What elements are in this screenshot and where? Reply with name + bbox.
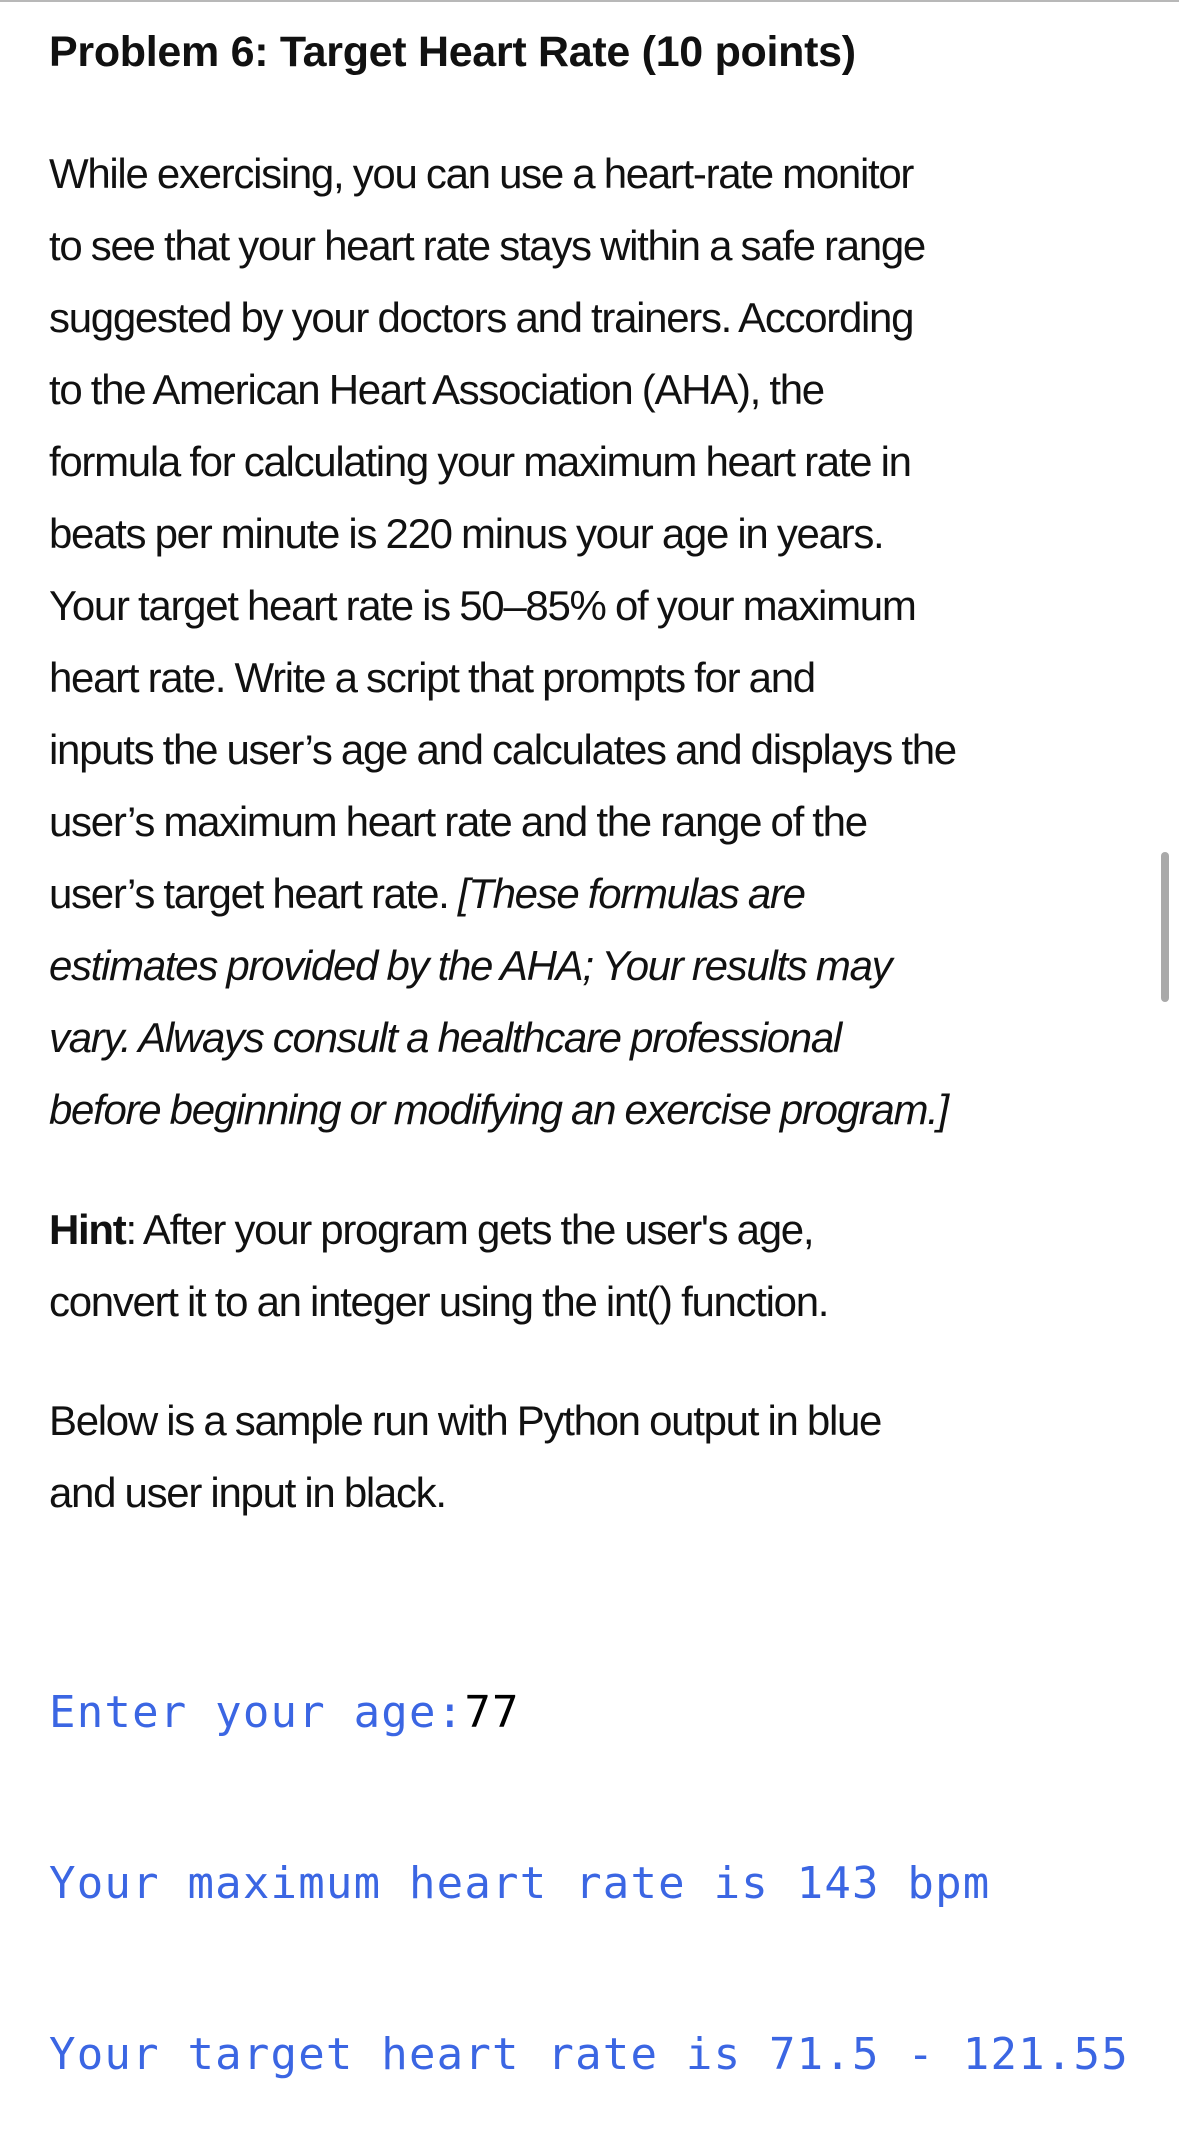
sample-run-intro: Below is a sample run with Python output…	[49, 1385, 882, 1529]
disclaimer-line: vary. Always consult a healthcare profes…	[49, 1002, 956, 1074]
description-line: heart rate. Write a script that prompts …	[49, 654, 816, 701]
description-line: beats per minute is 220 minus your age i…	[49, 510, 885, 557]
sample-intro-line: and user input in black.	[49, 1469, 447, 1516]
problem-description: While exercising, you can use a heart-ra…	[49, 138, 957, 1146]
disclaimer-text: estimates provided by the AHA; Your resu…	[49, 942, 893, 989]
sample-intro-line: Below is a sample run with Python output…	[49, 1397, 882, 1444]
disclaimer-text: vary. Always consult a healthcare profes…	[49, 1014, 842, 1061]
page-title: Problem 6: Target Heart Rate (10 points)	[49, 28, 856, 76]
disclaimer-line: estimates provided by the AHA; Your resu…	[49, 930, 956, 1002]
description-line: user’s maximum heart rate and the range …	[49, 798, 868, 845]
sample-run-console: Enter your age:77 Your maximum heart rat…	[49, 1570, 1129, 2140]
description-line: to the American Heart Association (AHA),…	[49, 366, 825, 413]
description-line: inputs the user’s age and calculates and…	[49, 726, 957, 773]
description-line: to see that your heart rate stays within…	[49, 222, 926, 269]
disclaimer-start: [These formulas are	[457, 870, 806, 917]
hint-text: : After your program gets the user's age…	[125, 1206, 814, 1253]
console-output-line: Your target heart rate is 71.5 - 121.55	[49, 2029, 1129, 2080]
disclaimer-text: before beginning or modifying an exercis…	[49, 1086, 949, 1133]
hint-label: Hint	[49, 1206, 127, 1253]
top-divider	[0, 0, 1179, 2]
hint-line: Hint: After your program gets the user's…	[49, 1194, 828, 1266]
description-line: Your target heart rate is 50–85% of your…	[49, 582, 917, 629]
description-line: suggested by your doctors and trainers. …	[49, 294, 914, 341]
description-line: formula for calculating your maximum hea…	[49, 438, 912, 485]
console-output-line: Your maximum heart rate is 143 bpm	[49, 1858, 991, 1909]
hint-paragraph: Hint: After your program gets the user's…	[49, 1194, 829, 1338]
description-line: user’s target heart rate. [These formula…	[49, 858, 956, 930]
hint-line: convert it to an integer using the int()…	[49, 1278, 829, 1325]
console-prompt: Enter your age:	[49, 1687, 465, 1738]
vertical-scrollbar[interactable]	[1161, 852, 1169, 1002]
console-prompt-line: Enter your age:77	[49, 1684, 1129, 1741]
console-user-input: 77	[464, 1687, 520, 1738]
description-line: While exercising, you can use a heart-ra…	[49, 150, 914, 197]
disclaimer-line: before beginning or modifying an exercis…	[49, 1074, 956, 1146]
description-text: user’s target heart rate.	[49, 870, 458, 917]
